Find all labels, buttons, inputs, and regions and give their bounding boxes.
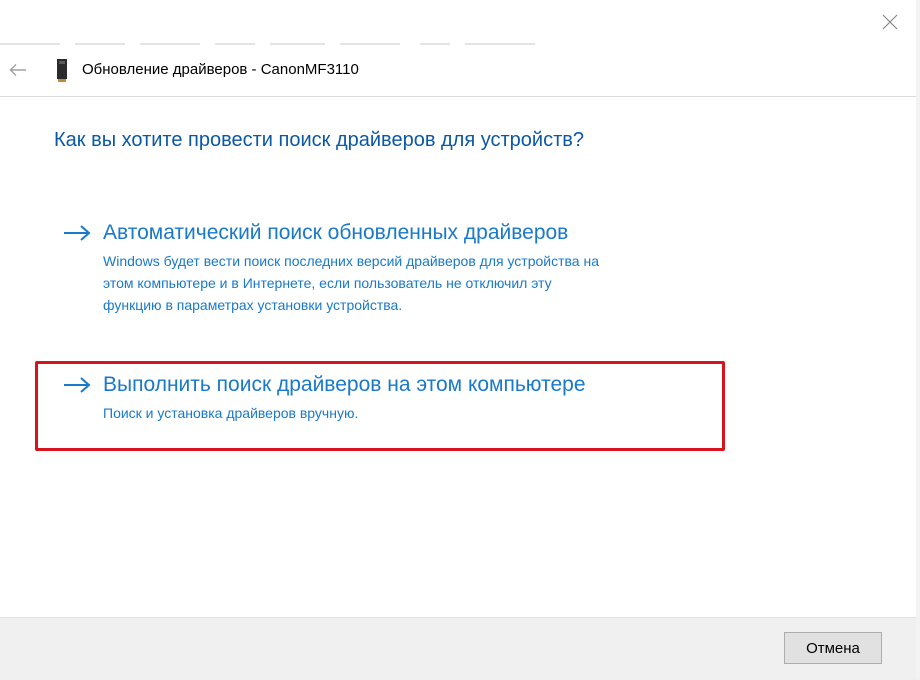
window-edge [916,0,920,679]
browse-computer-option[interactable]: Выполнить поиск драйверов на этом компью… [62,373,742,433]
auto-search-description-line: этом компьютере и в Интернете, если поль… [103,275,552,291]
auto-search-description-line: Windows будет вести поиск последних верс… [103,253,599,269]
render-artifact [0,40,540,48]
browse-computer-description-line: Поиск и установка драйверов вручную. [103,405,359,421]
auto-search-title: Автоматический поиск обновленных драйвер… [103,221,569,244]
auto-search-description-line: функцию в параметрах установки устройств… [103,297,403,313]
back-button[interactable] [6,58,30,82]
back-arrow-icon [9,64,26,76]
arrow-right-icon [64,377,91,393]
browse-computer-title: Выполнить поиск драйверов на этом компью… [103,373,586,396]
dialog-title: Обновление драйверов - CanonMF3110 [82,61,359,78]
update-drivers-dialog: Обновление драйверов - CanonMF3110 Как в… [0,0,920,680]
close-icon [882,14,898,30]
cancel-button[interactable]: Отмена [784,632,882,664]
auto-search-option[interactable]: Автоматический поиск обновленных драйвер… [62,221,742,321]
close-button[interactable] [874,6,906,38]
device-icon [57,59,67,82]
browse-computer-description: Поиск и установка драйверов вручную. [103,402,743,424]
dialog-header: Обновление драйверов - CanonMF3110 [0,48,920,94]
question-heading: Как вы хотите провести поиск драйверов д… [54,129,584,151]
header-divider [0,96,920,97]
arrow-right-icon [64,225,91,241]
auto-search-description: Windows будет вести поиск последних верс… [103,250,743,316]
dialog-footer: Отмена [0,617,920,680]
